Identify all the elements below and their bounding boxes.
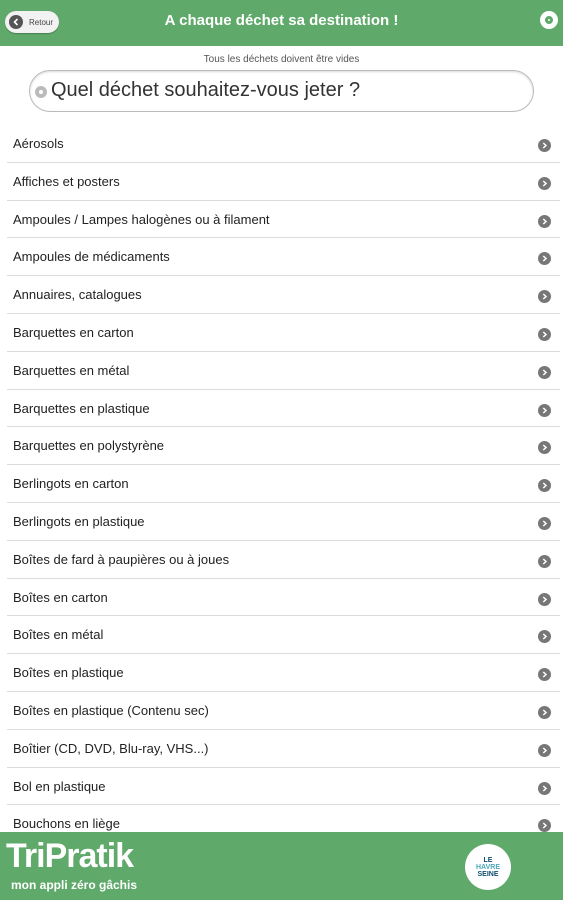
- list-item[interactable]: Berlingots en carton: [7, 465, 560, 503]
- list-item-label: Boîtes en métal: [13, 627, 104, 643]
- list-item[interactable]: Boîtes en métal: [7, 616, 560, 655]
- list-item-label: Affiches et posters: [13, 173, 120, 189]
- list-item-label: Barquettes en métal: [13, 362, 130, 378]
- top-bar: Retour A chaque déchet sa destination !: [0, 0, 563, 46]
- list-item[interactable]: Boîtier (CD, DVD, Blu-ray, VHS...): [7, 730, 560, 768]
- list-item-label: Berlingots en plastique: [13, 513, 145, 529]
- chevron-right-icon: [538, 327, 551, 341]
- chevron-right-icon: [538, 630, 551, 644]
- list-item[interactable]: Boîtes en plastique (Contenu sec): [7, 692, 560, 730]
- search-icon: [35, 86, 47, 98]
- list-item-label: Bol en plastique: [13, 778, 106, 794]
- chevron-right-icon: [538, 290, 551, 304]
- list-item[interactable]: Berlingots en plastique: [7, 503, 560, 541]
- list-item-label: Boîtes en plastique: [13, 665, 124, 681]
- chevron-right-icon: [538, 592, 551, 606]
- list-item-label: Bouchons en liège: [13, 816, 120, 832]
- waste-list: Aérosols Affiches et posters Ampoules / La…: [7, 125, 560, 844]
- list-item-label: Ampoules / Lampes halogènes ou à filamen…: [13, 211, 270, 227]
- chevron-right-icon: [538, 441, 551, 455]
- page-title: A chaque déchet sa destination !: [164, 12, 399, 29]
- search-input[interactable]: [51, 75, 521, 105]
- list-item-label: Ampoules de médicaments: [13, 249, 170, 265]
- list-item-label: Boîtier (CD, DVD, Blu-ray, VHS...): [13, 740, 209, 756]
- empty-waste-notice: Tous les déchets doivent être vides: [203, 54, 360, 65]
- list-item[interactable]: Ampoules / Lampes halogènes ou à filamen…: [7, 201, 560, 239]
- list-item[interactable]: Bol en plastique: [7, 768, 560, 806]
- partner-logo-line: HAVRE: [476, 863, 500, 871]
- list-item-label: Berlingots en carton: [13, 476, 129, 492]
- chevron-right-icon: [538, 252, 551, 266]
- search-box[interactable]: [29, 70, 534, 112]
- chevron-right-icon: [538, 705, 551, 719]
- chevron-right-icon: [538, 516, 551, 530]
- chevron-right-icon: [538, 668, 551, 682]
- le-havre-seine-logo: LE HAVRE SEINE: [465, 844, 511, 890]
- chevron-right-icon: [538, 403, 551, 417]
- chevron-right-icon: [538, 479, 551, 493]
- chevron-right-icon: [538, 365, 551, 379]
- list-item-label: Barquettes en carton: [13, 324, 134, 340]
- chevron-right-icon: [538, 743, 551, 757]
- list-item-label: Boîtes de fard à paupières ou à joues: [13, 551, 230, 567]
- list-item[interactable]: Annuaires, catalogues: [7, 276, 560, 314]
- list-item[interactable]: Barquettes en carton: [7, 314, 560, 352]
- partner-logo-line: SEINE: [477, 870, 499, 878]
- chevron-right-icon: [538, 214, 551, 228]
- settings-icon[interactable]: [540, 11, 558, 29]
- list-item[interactable]: Boîtes en plastique: [7, 654, 560, 692]
- list-item[interactable]: Boîtes de fard à paupières ou à joues: [7, 541, 560, 579]
- footer: TriPratik mon appli zéro gâchis LE HAVRE…: [0, 832, 563, 900]
- list-item-label: Barquettes en plastique: [13, 400, 150, 416]
- app-tagline: mon appli zéro gâchis: [11, 878, 138, 892]
- list-item-label: Annuaires, catalogues: [13, 287, 142, 303]
- chevron-right-icon: [538, 819, 551, 833]
- list-item[interactable]: Barquettes en plastique: [7, 390, 560, 428]
- list-item-label: Boîtes en carton: [13, 589, 108, 605]
- list-item[interactable]: Barquettes en polystyrène: [7, 427, 560, 466]
- chevron-right-icon: [538, 176, 551, 190]
- list-item[interactable]: Ampoules de médicaments: [7, 238, 560, 277]
- list-item-label: Aérosols: [13, 136, 64, 151]
- list-item[interactable]: Barquettes en métal: [7, 352, 560, 390]
- list-item[interactable]: Affiches et posters: [7, 163, 560, 201]
- chevron-right-icon: [538, 781, 551, 795]
- chevron-right-icon: [538, 554, 551, 568]
- list-item-label: Barquettes en polystyrène: [13, 438, 165, 454]
- list-item[interactable]: Boîtes en carton: [7, 579, 560, 617]
- list-item-label: Boîtes en plastique (Contenu sec): [13, 702, 209, 718]
- chevron-right-icon: [538, 139, 551, 152]
- list-item[interactable]: Aérosols: [7, 125, 560, 163]
- app-logo: TriPratik: [6, 837, 134, 875]
- partner-logo-line: LE: [483, 856, 493, 864]
